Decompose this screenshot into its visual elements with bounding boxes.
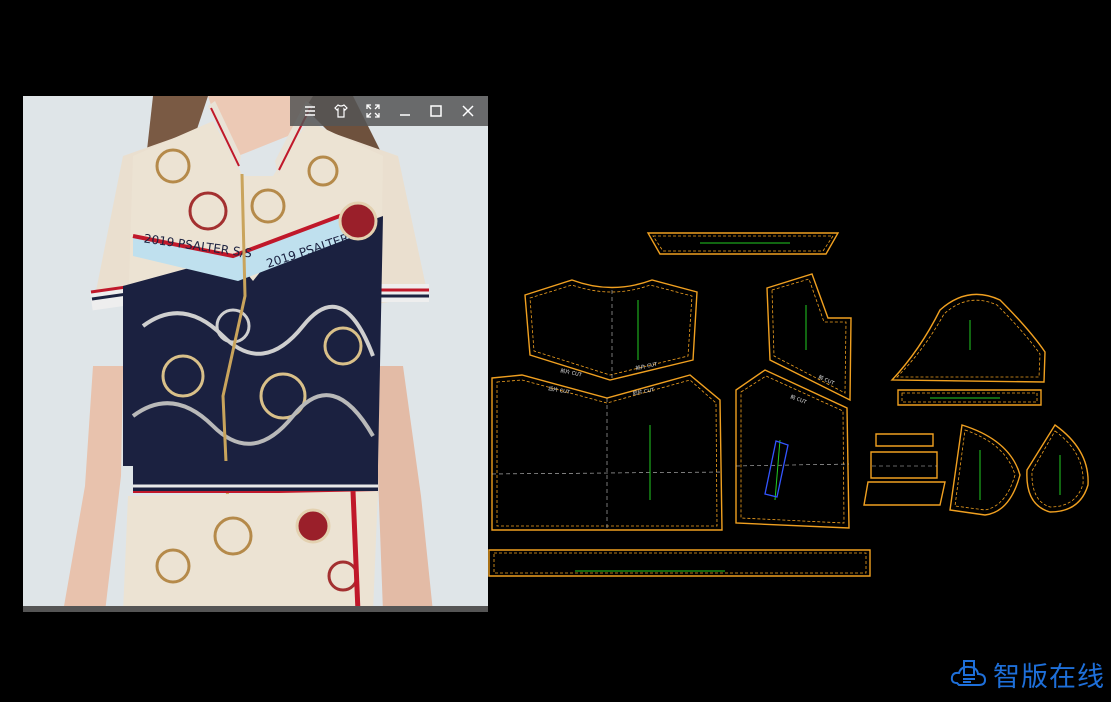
svg-text:前片 CUT: 前片 CUT (635, 360, 659, 372)
menu-button[interactable] (296, 97, 324, 125)
brand-logo-icon (950, 659, 987, 686)
viewer-bottom-bar (23, 606, 488, 612)
close-button[interactable] (454, 97, 482, 125)
facing-small-piece (875, 433, 934, 447)
brand-watermark: 智版在线 (949, 655, 1105, 694)
facing-mid-piece (870, 451, 938, 479)
image-viewer-window[interactable]: 2019 PSALTER S/S 2019 PSALTER S/S (23, 96, 488, 612)
facing-right-piece (1026, 423, 1089, 513)
front-yoke-piece (524, 279, 698, 381)
svg-text:前 CUT: 前 CUT (789, 393, 808, 406)
sleeve-piece (890, 293, 1046, 383)
garment-button[interactable] (327, 97, 355, 125)
pattern-drawing: 前片 CUT 前片 CUT 后片 CUT 后片 CUT 前 CUT 前 CUT (488, 232, 1089, 577)
garment-photo: 2019 PSALTER S/S 2019 PSALTER S/S (23, 96, 488, 612)
pattern-canvas[interactable]: 前片 CUT 前片 CUT 后片 CUT 后片 CUT 前 CUT 前 CUT (486, 225, 1096, 585)
menu-icon (304, 106, 315, 116)
maximize-button[interactable] (422, 97, 450, 125)
maximize-icon (430, 105, 443, 117)
viewer-toolbar (290, 96, 488, 126)
minimize-button[interactable] (391, 97, 419, 125)
bottom-band-piece (488, 549, 871, 577)
close-icon (462, 105, 474, 117)
facing-bottom-piece (863, 481, 946, 506)
minimize-icon (399, 114, 410, 116)
back-yoke-piece (766, 273, 852, 402)
fullscreen-button[interactable] (359, 97, 387, 125)
tshirt-icon (334, 104, 349, 118)
svg-text:前片 CUT: 前片 CUT (560, 367, 584, 379)
brand-name: 智版在线 (993, 662, 1105, 693)
fullscreen-icon (366, 104, 380, 118)
